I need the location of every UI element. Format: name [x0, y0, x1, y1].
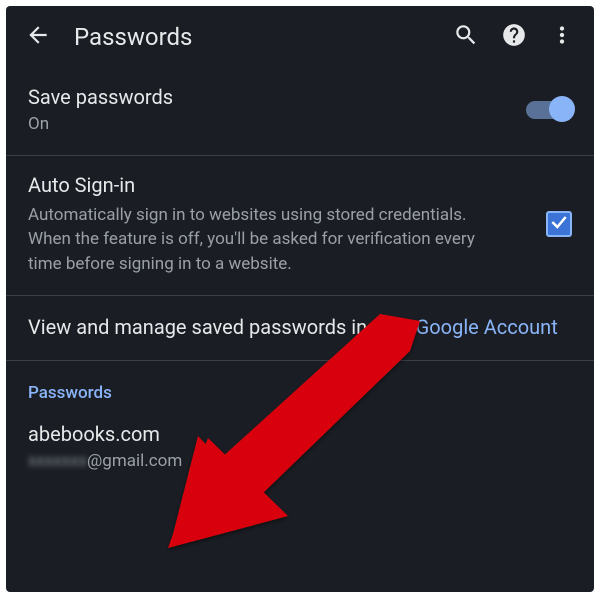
- save-passwords-status: On: [28, 113, 510, 137]
- passwords-settings-screen: Passwords Save passwords On: [6, 6, 594, 592]
- manage-passwords-text: View and manage saved passwords in your …: [28, 312, 572, 342]
- save-passwords-row[interactable]: Save passwords On: [6, 68, 594, 156]
- manage-prefix: View and manage saved passwords in your: [28, 315, 416, 339]
- save-passwords-toggle[interactable]: [526, 101, 572, 119]
- search-icon: [453, 22, 479, 52]
- passwords-list-header: Passwords: [6, 361, 594, 411]
- saved-password-entry[interactable]: abebooks.com xxxxxxx@gmail.com: [6, 411, 594, 487]
- back-button[interactable]: [14, 13, 62, 61]
- back-arrow-icon: [25, 22, 51, 52]
- help-button[interactable]: [490, 13, 538, 61]
- save-passwords-label: Save passwords: [28, 84, 510, 111]
- auto-signin-label: Auto Sign-in: [28, 172, 530, 199]
- overflow-menu-button[interactable]: [538, 13, 586, 61]
- manage-passwords-link-row[interactable]: View and manage saved passwords in your …: [6, 296, 594, 361]
- entry-username-domain: @gmail.com: [87, 451, 182, 471]
- app-bar: Passwords: [6, 6, 594, 68]
- check-icon: [549, 212, 569, 236]
- search-button[interactable]: [442, 13, 490, 61]
- google-account-link[interactable]: Google Account: [416, 315, 558, 339]
- more-vert-icon: [549, 22, 575, 52]
- auto-signin-checkbox[interactable]: [546, 211, 572, 237]
- entry-username-hidden: xxxxxxx: [28, 450, 87, 473]
- entry-username: xxxxxxx@gmail.com: [28, 450, 572, 473]
- help-icon: [501, 22, 527, 52]
- auto-signin-row[interactable]: Auto Sign-in Automatically sign in to we…: [6, 156, 594, 296]
- page-title: Passwords: [74, 23, 442, 51]
- auto-signin-description: Automatically sign in to websites using …: [28, 203, 488, 277]
- entry-site: abebooks.com: [28, 421, 572, 448]
